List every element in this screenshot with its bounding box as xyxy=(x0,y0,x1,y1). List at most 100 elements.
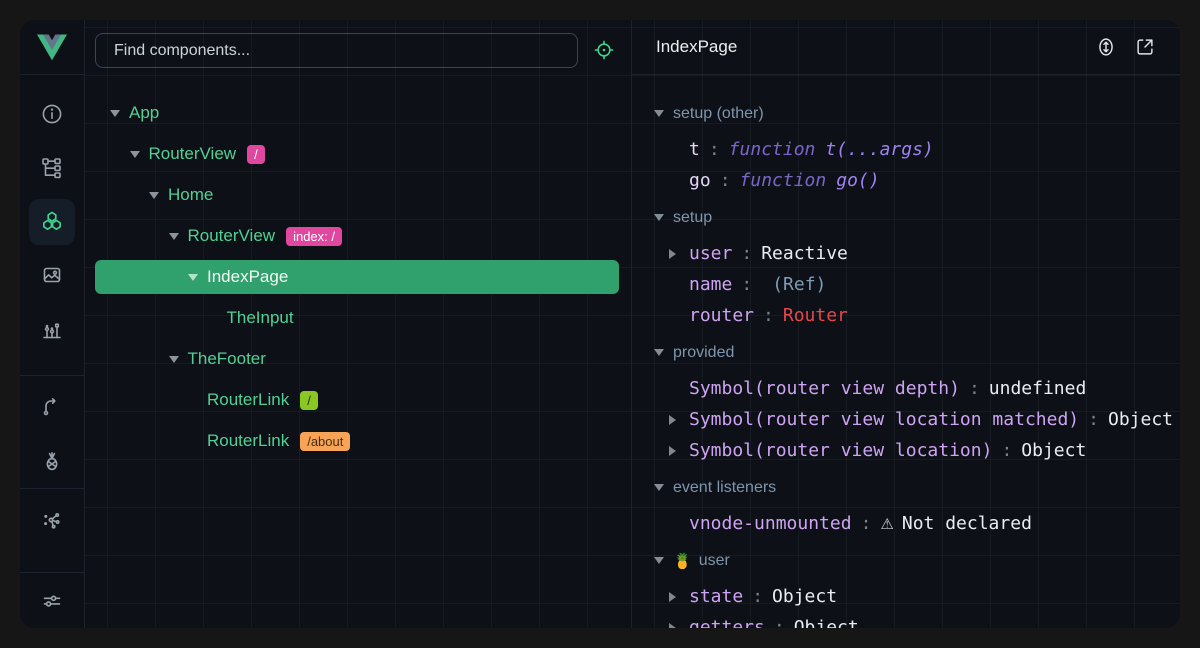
icon-rail xyxy=(20,20,85,628)
tree-item-home[interactable]: Home xyxy=(95,178,619,212)
chevron-right-icon[interactable] xyxy=(669,446,689,456)
component-name: RouterLink xyxy=(207,390,289,410)
pinia-store-emoji: 🍍 xyxy=(673,552,692,570)
tree-item-indexpage[interactable]: IndexPage xyxy=(95,260,619,294)
component-tree: App RouterView/Home RouterView index: / Inde… xyxy=(85,96,631,465)
state-key: user xyxy=(689,243,732,264)
tree-item-app[interactable]: App xyxy=(95,96,619,130)
inspector-section-user: 🍍user state: Object getters:Object xyxy=(632,545,1180,628)
state-entry-vnode-unmounted: vnode-unmounted: ⚠Not declared xyxy=(632,508,1180,539)
inspector-section-setup: setup user:Reactivename: (Ref) router: Route… xyxy=(632,202,1180,331)
component-name: Home xyxy=(168,185,213,205)
route-badge: / xyxy=(300,391,318,410)
rail-group-main xyxy=(20,87,84,357)
state-key: router xyxy=(689,305,754,326)
inspector-panel: IndexPage setup (other)t:functio xyxy=(632,20,1180,628)
state-key: vnode-unmounted xyxy=(689,513,852,534)
state-key: state xyxy=(689,586,743,607)
tree-item-routerview[interactable]: RouterView/ xyxy=(95,137,619,171)
state-value: (Ref) xyxy=(772,274,826,295)
vue-devtools-window: App RouterView/Home RouterView index: / Inde… xyxy=(20,20,1180,628)
key-value-separator: : xyxy=(741,274,752,295)
state-entry-symbol-router-view-depth: Symbol(router view depth):undefined xyxy=(632,373,1180,404)
inspect-component-icon[interactable] xyxy=(593,39,615,61)
tree-item-routerlink[interactable]: RouterLink / xyxy=(95,383,619,417)
open-in-editor-icon[interactable] xyxy=(1134,36,1156,58)
key-value-separator: : xyxy=(969,378,980,399)
inspector-header: IndexPage xyxy=(632,20,1180,75)
key-value-separator: : xyxy=(709,139,720,160)
rail-group-graph xyxy=(20,488,84,547)
assets-icon[interactable] xyxy=(20,249,84,303)
vue-logo xyxy=(20,20,84,75)
state-entry-name: name: (Ref) xyxy=(632,269,1180,300)
timeline-icon[interactable] xyxy=(20,303,84,357)
route-badge: / xyxy=(247,145,265,164)
state-entry-symbol-router-view-location-matched[interactable]: Symbol(router view location matched):Obj… xyxy=(632,404,1180,435)
state-value: Router xyxy=(783,305,848,326)
overview-icon[interactable] xyxy=(20,87,84,141)
chevron-down-icon[interactable] xyxy=(130,151,149,158)
state-entry-t: t: functiont(...args) xyxy=(632,134,1180,165)
chevron-right-icon[interactable] xyxy=(669,592,689,602)
tree-item-theinput[interactable]: TheInput xyxy=(95,301,619,335)
scroll-to-component-icon[interactable] xyxy=(1095,36,1117,58)
route-badge: index: / xyxy=(286,227,342,246)
key-value-separator: : xyxy=(1088,409,1099,430)
state-value: functiont(...args) xyxy=(729,139,934,160)
chevron-down-icon[interactable] xyxy=(169,356,188,363)
state-key: getters xyxy=(689,617,765,628)
state-value: ⚠Not declared xyxy=(880,513,1032,534)
tree-item-routerlink[interactable]: RouterLink/about xyxy=(95,424,619,458)
rail-group-router xyxy=(20,375,84,488)
state-value: functiongo() xyxy=(740,170,880,191)
state-entry-go: go:functiongo() xyxy=(632,165,1180,196)
inspector-section-setup-other: setup (other)t:functiont(...args)go:func… xyxy=(632,98,1180,196)
components-tree-icon[interactable] xyxy=(20,141,84,195)
key-value-separator: : xyxy=(752,586,763,607)
pinia-icon[interactable] xyxy=(20,434,84,488)
chevron-down-icon[interactable] xyxy=(169,233,188,240)
state-value: undefined xyxy=(989,378,1087,399)
component-tree-panel: App RouterView/Home RouterView index: / Inde… xyxy=(85,20,632,628)
key-value-separator: : xyxy=(1001,440,1012,461)
search-input[interactable] xyxy=(95,33,578,68)
state-key: Symbol(router view location matched) xyxy=(689,409,1079,430)
tree-item-routerview[interactable]: RouterView index: / xyxy=(95,219,619,253)
chevron-right-icon[interactable] xyxy=(669,415,689,425)
state-key: t xyxy=(689,139,700,160)
key-value-separator: : xyxy=(861,513,872,534)
chevron-down-icon[interactable] xyxy=(149,192,168,199)
warning-icon: ⚠ xyxy=(880,515,893,533)
state-key: name xyxy=(689,274,732,295)
chevron-down-icon[interactable] xyxy=(188,274,207,281)
section-header[interactable]: setup (other) xyxy=(632,98,1180,129)
chevron-right-icon[interactable] xyxy=(669,249,689,259)
component-name: TheInput xyxy=(227,308,294,328)
graph-icon[interactable] xyxy=(20,493,84,547)
state-value: Object xyxy=(772,586,837,607)
key-value-separator: : xyxy=(720,170,731,191)
section-header[interactable]: 🍍user xyxy=(632,545,1180,576)
settings-icon[interactable] xyxy=(20,573,84,628)
section-header[interactable]: setup xyxy=(632,202,1180,233)
state-entry-state[interactable]: state: Object xyxy=(632,581,1180,612)
section-header[interactable]: provided xyxy=(632,337,1180,368)
state-entry-symbol-router-view-location[interactable]: Symbol(router view location):Object xyxy=(632,435,1180,466)
inspector-section-event-listeners: event listeners vnode-unmounted: ⚠Not decl… xyxy=(632,472,1180,539)
state-entry-user[interactable]: user:Reactive xyxy=(632,238,1180,269)
route-badge: /about xyxy=(300,432,350,451)
state-entry-getters[interactable]: getters:Object xyxy=(632,612,1180,628)
inspector-section-provided: providedSymbol(router view depth):undefi… xyxy=(632,337,1180,466)
component-name: TheFooter xyxy=(188,349,266,369)
tree-item-thefooter[interactable]: TheFooter xyxy=(95,342,619,376)
chevron-right-icon[interactable] xyxy=(669,623,689,629)
router-icon[interactable] xyxy=(20,380,84,434)
components-icon[interactable] xyxy=(20,195,84,249)
section-header[interactable]: event listeners xyxy=(632,472,1180,503)
component-name: IndexPage xyxy=(207,267,288,287)
chevron-down-icon[interactable] xyxy=(110,110,129,117)
component-name: RouterLink xyxy=(207,431,289,451)
state-value: Reactive xyxy=(761,243,848,264)
component-name: RouterView xyxy=(188,226,276,246)
